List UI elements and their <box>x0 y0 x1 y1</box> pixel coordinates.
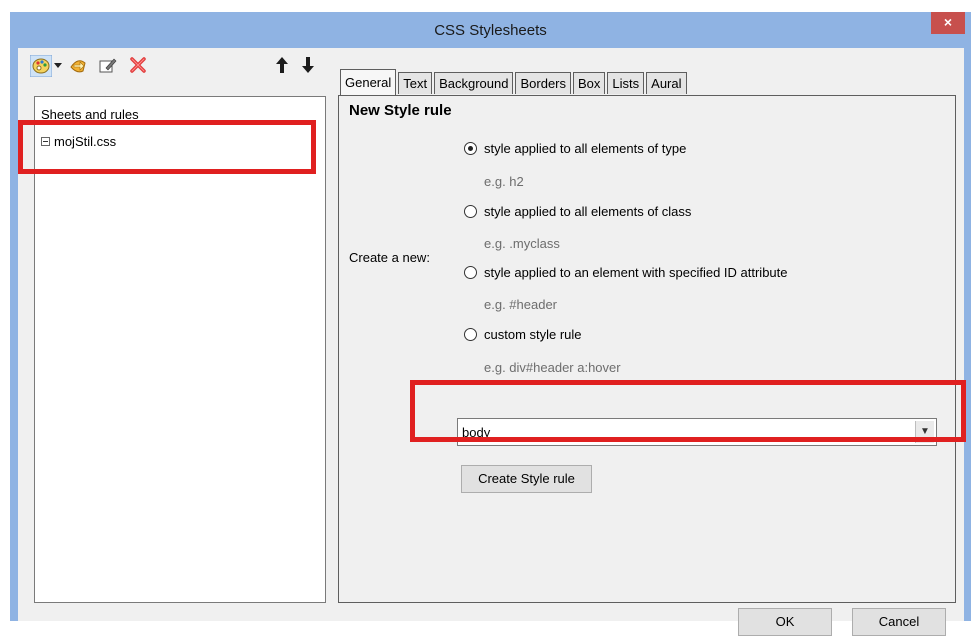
option-label: custom style rule <box>484 327 582 342</box>
palette-icon[interactable] <box>29 54 53 78</box>
tab-general[interactable]: General <box>340 69 397 95</box>
highlight-box-combobox <box>410 380 966 442</box>
radio-id[interactable] <box>464 266 477 279</box>
tab-strip: General Text Background Borders Box List… <box>340 69 689 95</box>
edit-icon[interactable] <box>98 55 118 75</box>
radio-element-type[interactable] <box>464 142 477 155</box>
panel-title: New Style rule <box>349 102 452 119</box>
option-label: style applied to all elements of type <box>484 141 687 156</box>
example-text: e.g. div#header a:hover <box>484 360 621 375</box>
option-label: style applied to all elements of class <box>484 204 692 219</box>
import-icon[interactable] <box>68 55 88 75</box>
dialog-window: CSS Stylesheets × Sheets and rules mojSt… <box>10 12 971 636</box>
option-element-type[interactable]: style applied to all elements of type <box>464 141 686 156</box>
close-button[interactable]: × <box>931 12 965 34</box>
sheets-toolbar <box>18 48 338 82</box>
tab-lists[interactable]: Lists <box>607 72 645 94</box>
tab-box[interactable]: Box <box>573 72 606 94</box>
option-id[interactable]: style applied to an element with specifi… <box>464 265 788 280</box>
option-class[interactable]: style applied to all elements of class <box>464 204 691 219</box>
create-style-rule-button[interactable]: Create Style rule <box>461 465 592 493</box>
move-up-icon[interactable] <box>272 55 292 75</box>
tab-aural[interactable]: Aural <box>646 72 687 94</box>
example-text: e.g. #header <box>484 297 558 312</box>
radio-class[interactable] <box>464 205 477 218</box>
example-text: e.g. .myclass <box>484 236 560 251</box>
cancel-button[interactable]: Cancel <box>852 608 946 636</box>
tab-background[interactable]: Background <box>434 72 514 94</box>
option-label: style applied to an element with specifi… <box>484 265 788 280</box>
radio-custom[interactable] <box>464 328 477 341</box>
highlight-box-stylesheet <box>18 120 316 174</box>
title-bar[interactable]: CSS Stylesheets × <box>10 12 971 48</box>
delete-icon[interactable] <box>128 55 148 75</box>
window-title: CSS Stylesheets <box>434 22 547 39</box>
example-text: e.g. h2 <box>484 174 524 189</box>
general-tab-panel: New Style rule Create a new: style appli… <box>338 95 956 603</box>
option-custom[interactable]: custom style rule <box>464 327 582 342</box>
move-down-icon[interactable] <box>298 55 318 75</box>
tab-borders[interactable]: Borders <box>515 72 572 94</box>
tab-text[interactable]: Text <box>398 72 433 94</box>
dropdown-arrow-icon[interactable] <box>53 55 63 75</box>
create-label: Create a new: <box>349 250 430 265</box>
ok-button[interactable]: OK <box>738 608 832 636</box>
